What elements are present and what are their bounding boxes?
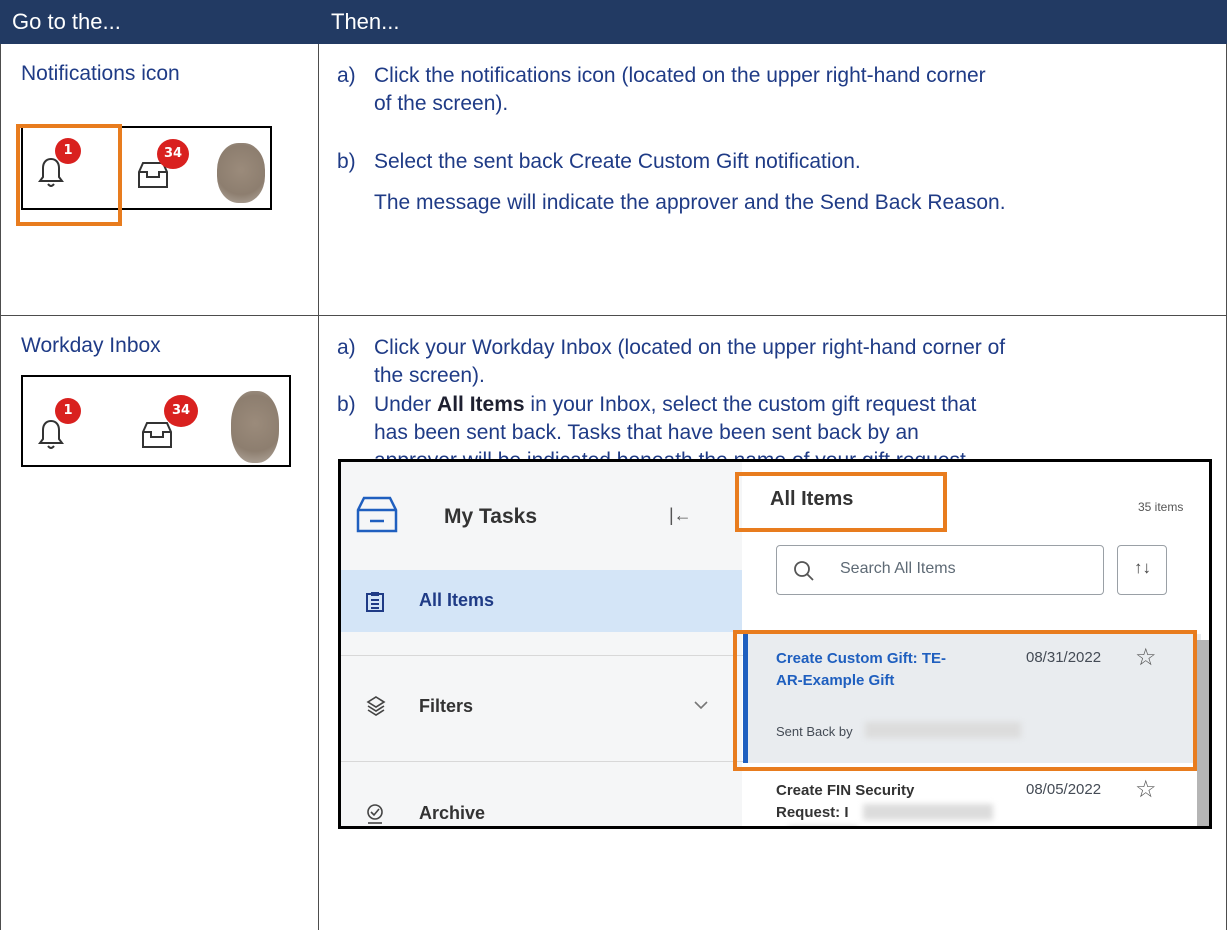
layers-icon — [366, 696, 386, 716]
redacted-name — [863, 804, 993, 820]
avatar[interactable] — [231, 391, 279, 463]
task-title[interactable]: Request: I — [776, 802, 849, 824]
row1-step-a: a) Click the notifications icon (located… — [337, 64, 986, 115]
sidebar-divider — [341, 761, 757, 762]
row2-label: Workday Inbox — [21, 334, 161, 357]
workday-inbox-screenshot: My Tasks |← All Items Filters Archive Al… — [338, 459, 1212, 829]
row2-step-a: a) Click your Workday Inbox (located on … — [337, 336, 1006, 387]
star-icon[interactable]: ☆ — [1135, 775, 1157, 804]
my-tasks-sidebar: My Tasks |← All Items Filters Archive — [341, 462, 757, 826]
avatar[interactable] — [217, 143, 265, 203]
table-border-left — [0, 44, 1, 930]
item-count: 35 items — [1138, 500, 1184, 514]
row1-step-b: b) Select the sent back Create Custom Gi… — [337, 150, 861, 173]
check-circle-icon — [367, 804, 383, 824]
sort-icon: ↑↓ — [1134, 558, 1151, 577]
all-items-emphasis: All Items — [437, 393, 525, 416]
search-icon — [794, 561, 814, 581]
column-divider — [318, 44, 319, 930]
collapse-sidebar-icon[interactable]: |← — [669, 505, 692, 526]
clipboard-list-icon — [366, 592, 384, 612]
inbox-count-badge: 34 — [164, 395, 198, 427]
sidebar-divider — [341, 655, 757, 656]
redacted-name — [788, 826, 858, 829]
notification-count-badge: 1 — [55, 398, 81, 424]
search-placeholder: Search All Items — [840, 560, 956, 577]
sidebar-item-label: Archive — [419, 803, 486, 823]
scrollbar[interactable] — [1197, 640, 1209, 826]
sidebar-item-label: All Items — [419, 590, 495, 610]
bell-icon[interactable] — [38, 418, 64, 452]
sidebar-item-filters[interactable]: Filters — [341, 678, 742, 740]
inbox-tray-icon — [356, 496, 398, 533]
row1-note: The message will indicate the approver a… — [374, 191, 1006, 214]
sort-button[interactable]: ↑↓ — [1117, 545, 1167, 595]
task-title[interactable]: Create FIN Security — [776, 780, 914, 802]
column-header-go-to: Go to the... — [12, 9, 121, 34]
list-title: All Items — [770, 488, 854, 510]
row1-label: Notifications icon — [21, 62, 180, 85]
task-item[interactable]: Create FIN Security Request: I 08/05/202… — [743, 770, 1201, 829]
column-header-then: Then... — [331, 9, 400, 34]
task-date: 08/05/2022 — [1026, 781, 1102, 798]
my-tasks-title: My Tasks — [444, 505, 537, 528]
sidebar-item-archive[interactable]: Archive — [341, 784, 742, 826]
all-items-pane: All Items 35 items Search All Items ↑↓ C… — [733, 462, 1209, 829]
row-divider — [0, 315, 1227, 316]
inbox-count-badge: 34 — [157, 139, 189, 169]
sidebar-item-label: Filters — [419, 696, 474, 716]
sidebar-item-all-items[interactable]: All Items — [341, 570, 742, 632]
sent-back-task-highlight — [733, 630, 1197, 771]
chevron-down-icon[interactable] — [693, 700, 709, 710]
search-input[interactable]: Search All Items — [776, 545, 1104, 595]
table-header: Go to the... Then... — [0, 0, 1227, 44]
inbox-icon[interactable] — [140, 420, 174, 450]
notification-count-badge: 1 — [55, 138, 81, 164]
